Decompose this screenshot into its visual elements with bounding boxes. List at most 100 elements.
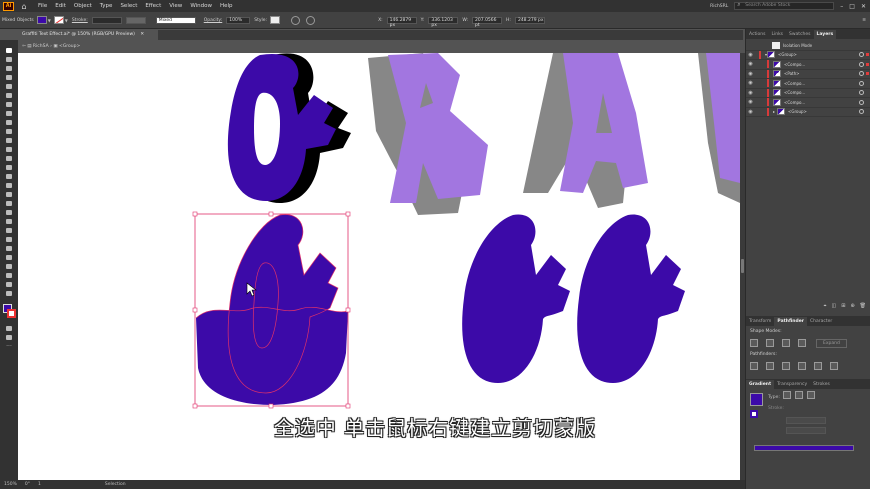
search-stock-input[interactable]: Search Adobe Stock (734, 2, 835, 10)
layer-row[interactable]: ◉ <Compo... (746, 79, 870, 89)
gradient-stroke-swatch[interactable] (750, 410, 758, 418)
w-input[interactable]: 207.0566 pt (472, 16, 503, 28)
align-icon[interactable] (306, 15, 316, 25)
layer-row[interactable]: ◉ <Path> (746, 69, 870, 79)
target-icon[interactable] (859, 61, 864, 67)
merge-icon[interactable] (782, 362, 790, 370)
variable-width-select[interactable] (125, 16, 146, 24)
target-icon[interactable] (859, 52, 864, 58)
profile-select[interactable]: Mixed (155, 16, 196, 24)
h-input[interactable]: 248.279 px (514, 16, 545, 24)
target-icon[interactable] (859, 71, 864, 77)
close-icon[interactable]: ✕ (861, 3, 866, 10)
layer-row[interactable]: ◉ <Compo... (746, 60, 870, 70)
tab-links[interactable]: Links (768, 30, 786, 39)
menu-object[interactable]: Object (74, 3, 92, 9)
rotate-tool-icon[interactable] (0, 154, 18, 163)
eye-icon[interactable]: ◉ (746, 71, 755, 77)
stroke-color-swatch[interactable] (7, 309, 16, 318)
minus-back-icon[interactable] (830, 362, 838, 370)
zoom-tool-icon[interactable] (0, 289, 18, 298)
maximize-icon[interactable]: □ (849, 3, 855, 10)
layer-row[interactable]: ◉ ▾ <Group> (746, 50, 870, 60)
tab-gradient[interactable]: Gradient (746, 380, 775, 389)
target-icon[interactable] (859, 90, 864, 96)
pen-tool-icon[interactable] (0, 82, 18, 91)
width-tool-icon[interactable] (0, 172, 18, 181)
rectangle-tool-icon[interactable] (0, 118, 18, 127)
target-icon[interactable] (859, 99, 864, 105)
gradient-fill-swatch[interactable] (750, 393, 763, 406)
panel-menu-icon[interactable]: ≡ (862, 18, 866, 23)
tab-character[interactable]: Character (807, 317, 835, 326)
intersect-icon[interactable] (782, 339, 790, 347)
stroke-weight-input[interactable] (91, 16, 122, 24)
minimize-icon[interactable]: – (840, 3, 843, 10)
tab-strokes[interactable]: Strokes (810, 380, 833, 389)
eye-icon[interactable]: ◉ (746, 80, 755, 86)
crop-icon[interactable] (798, 362, 806, 370)
scrollbar-thumb[interactable] (741, 259, 744, 273)
chevron-down-icon[interactable]: ▼ (48, 18, 51, 23)
x-input[interactable]: 146.2879 px (386, 16, 417, 28)
free-transform-tool-icon[interactable] (0, 181, 18, 190)
radial-gradient-icon[interactable] (795, 391, 803, 399)
delete-icon[interactable]: 🗑 (860, 303, 866, 309)
divide-icon[interactable] (750, 362, 758, 370)
target-icon[interactable] (859, 109, 864, 115)
layer-row[interactable]: ◉ <Compo... (746, 88, 870, 98)
symbol-sprayer-tool-icon[interactable] (0, 244, 18, 253)
minus-front-icon[interactable] (766, 339, 774, 347)
menu-effect[interactable]: Effect (145, 3, 161, 9)
artboard-number[interactable]: 1 (38, 482, 41, 487)
scale-tool-icon[interactable] (0, 163, 18, 172)
direct-selection-tool-icon[interactable] (0, 55, 18, 64)
line-tool-icon[interactable] (0, 109, 18, 118)
perspective-grid-tool-icon[interactable] (0, 199, 18, 208)
angle-field[interactable] (786, 417, 826, 424)
expand-button[interactable]: Expand (816, 338, 847, 348)
type-tool-icon[interactable] (0, 100, 18, 109)
home-icon[interactable]: ⌂ (18, 2, 30, 11)
fill-swatch[interactable] (36, 16, 47, 24)
unite-icon[interactable] (750, 339, 758, 347)
menu-window[interactable]: Window (190, 3, 212, 9)
tab-transparency[interactable]: Transparency (774, 380, 810, 389)
document-tab[interactable]: Graffiti Text Effect.ai* @ 150% (RGB/GPU… (18, 30, 158, 40)
close-tab-icon[interactable]: ✕ (140, 32, 144, 37)
curvature-tool-icon[interactable] (0, 91, 18, 100)
locate-object-icon[interactable]: ⌖ (824, 303, 827, 309)
lasso-tool-icon[interactable] (0, 73, 18, 82)
eye-icon[interactable]: ◉ (746, 52, 755, 58)
tab-swatches[interactable]: Swatches (786, 30, 814, 39)
freeform-gradient-icon[interactable] (807, 391, 815, 399)
layer-row[interactable]: ◉ <Compo... (746, 98, 870, 108)
eye-icon[interactable]: ◉ (746, 61, 755, 67)
drawing-modes-icon[interactable] (0, 324, 18, 333)
trim-icon[interactable] (766, 362, 774, 370)
menu-file[interactable]: File (38, 3, 47, 9)
chevron-down-icon[interactable]: ▼ (65, 18, 68, 23)
screen-mode-icon[interactable] (0, 333, 18, 342)
breadcrumb-group[interactable]: <Group> (59, 44, 80, 49)
eye-icon[interactable]: ◉ (746, 90, 755, 96)
clipping-mask-icon[interactable]: ◫ (832, 303, 837, 309)
more-tools-icon[interactable]: ··· (0, 342, 18, 351)
target-icon[interactable] (859, 80, 864, 86)
menu-edit[interactable]: Edit (55, 3, 66, 9)
shape-builder-tool-icon[interactable] (0, 190, 18, 199)
tab-transform[interactable]: Transform (746, 317, 774, 326)
tab-layers[interactable]: Layers (813, 30, 837, 39)
artboard-tool-icon[interactable] (0, 262, 18, 271)
selection-tool-icon[interactable] (0, 46, 18, 55)
tab-actions[interactable]: Actions (746, 30, 768, 39)
menu-type[interactable]: Type (100, 3, 113, 9)
shaper-tool-icon[interactable] (0, 136, 18, 145)
fill-stroke-swatches[interactable] (0, 302, 18, 324)
slice-tool-icon[interactable] (0, 271, 18, 280)
zoom-level[interactable]: 150% (4, 482, 17, 487)
linear-gradient-icon[interactable] (783, 391, 791, 399)
eyedropper-tool-icon[interactable] (0, 226, 18, 235)
gradient-tool-icon[interactable] (0, 217, 18, 226)
eye-icon[interactable]: ◉ (746, 109, 755, 115)
